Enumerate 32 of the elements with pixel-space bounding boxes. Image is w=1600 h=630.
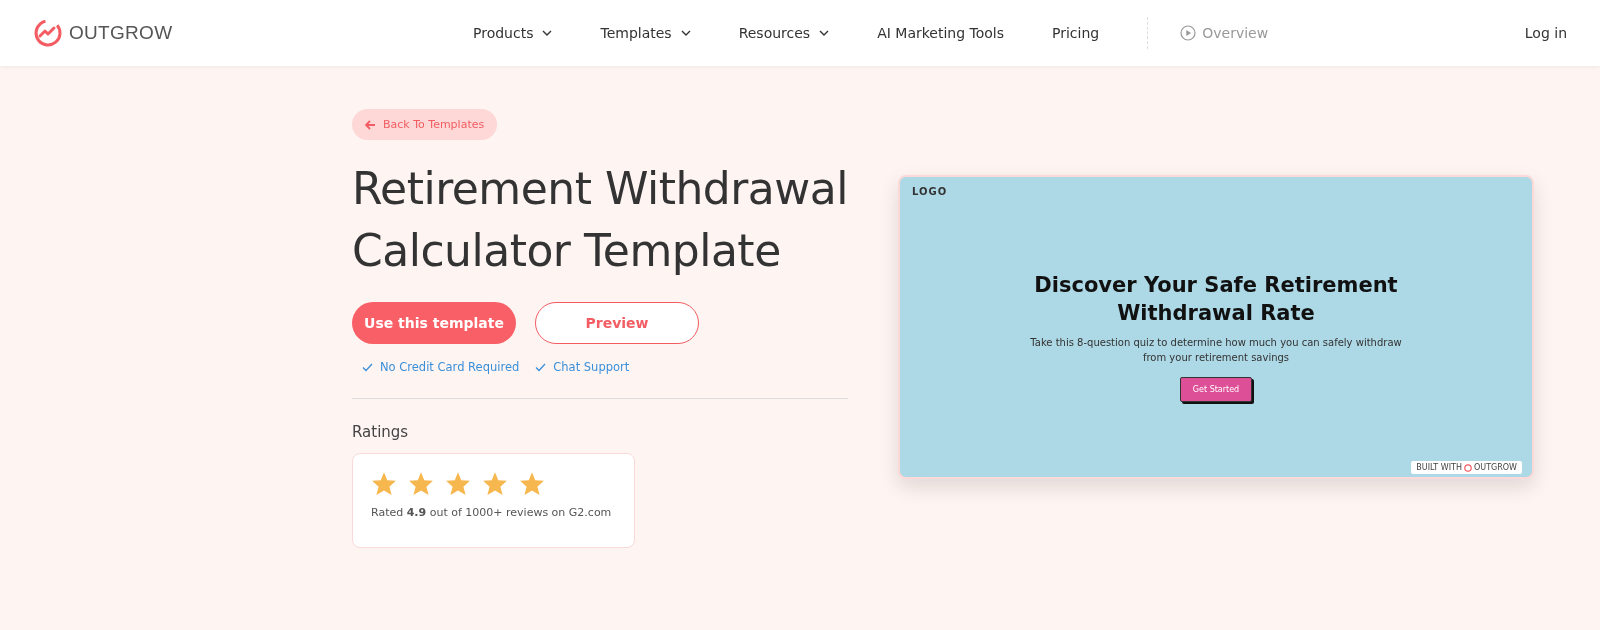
nav-link[interactable]: Pricing xyxy=(1052,25,1100,41)
badge-brand: OUTGROW xyxy=(1474,463,1517,472)
check-icon xyxy=(362,362,373,372)
nav-menu-item[interactable]: Resources xyxy=(738,25,830,41)
chevron-down-icon xyxy=(542,30,553,36)
nav-menu-item[interactable]: Templates xyxy=(600,25,691,41)
logo-icon xyxy=(33,18,63,48)
ratings-heading: Ratings xyxy=(352,423,409,441)
preview-heading: Discover Your Safe Retirement Withdrawal Rate xyxy=(1033,272,1399,327)
star-icon xyxy=(519,471,545,496)
page-title: Retirement Withdrawal Calculator Template xyxy=(352,162,848,278)
badge-prefix: BUILT WITH xyxy=(1416,463,1462,472)
feature-label: Chat Support xyxy=(553,360,630,374)
nav-link[interactable]: AI Marketing Tools xyxy=(877,25,1004,41)
feature-label: No Credit Card Required xyxy=(380,360,520,374)
star-icon xyxy=(408,471,434,496)
star-icon xyxy=(445,471,471,496)
star-icon xyxy=(482,471,508,496)
placeholder-logo: LOGO xyxy=(912,186,948,197)
nav-menu-item[interactable]: Products xyxy=(473,25,553,41)
chevron-down-icon xyxy=(680,30,691,36)
preview-subtitle: Take this 8-question quiz to determine how much you can safely withdraw from your retirement savings xyxy=(1029,336,1403,365)
check-icon xyxy=(535,362,547,372)
get-started-button[interactable]: Get Started xyxy=(1179,377,1253,402)
arrow-left-icon xyxy=(365,119,376,130)
star-icon xyxy=(371,471,397,496)
logo-icon xyxy=(1464,463,1472,472)
login-link[interactable]: Log in xyxy=(1524,25,1567,41)
chevron-down-icon xyxy=(819,30,830,36)
brand-name[interactable]: OUTGROW xyxy=(69,22,173,44)
rating-summary: Rated 4.9 out of 1000+ reviews on G2.com xyxy=(371,506,613,519)
play-circle-icon xyxy=(1180,25,1197,41)
